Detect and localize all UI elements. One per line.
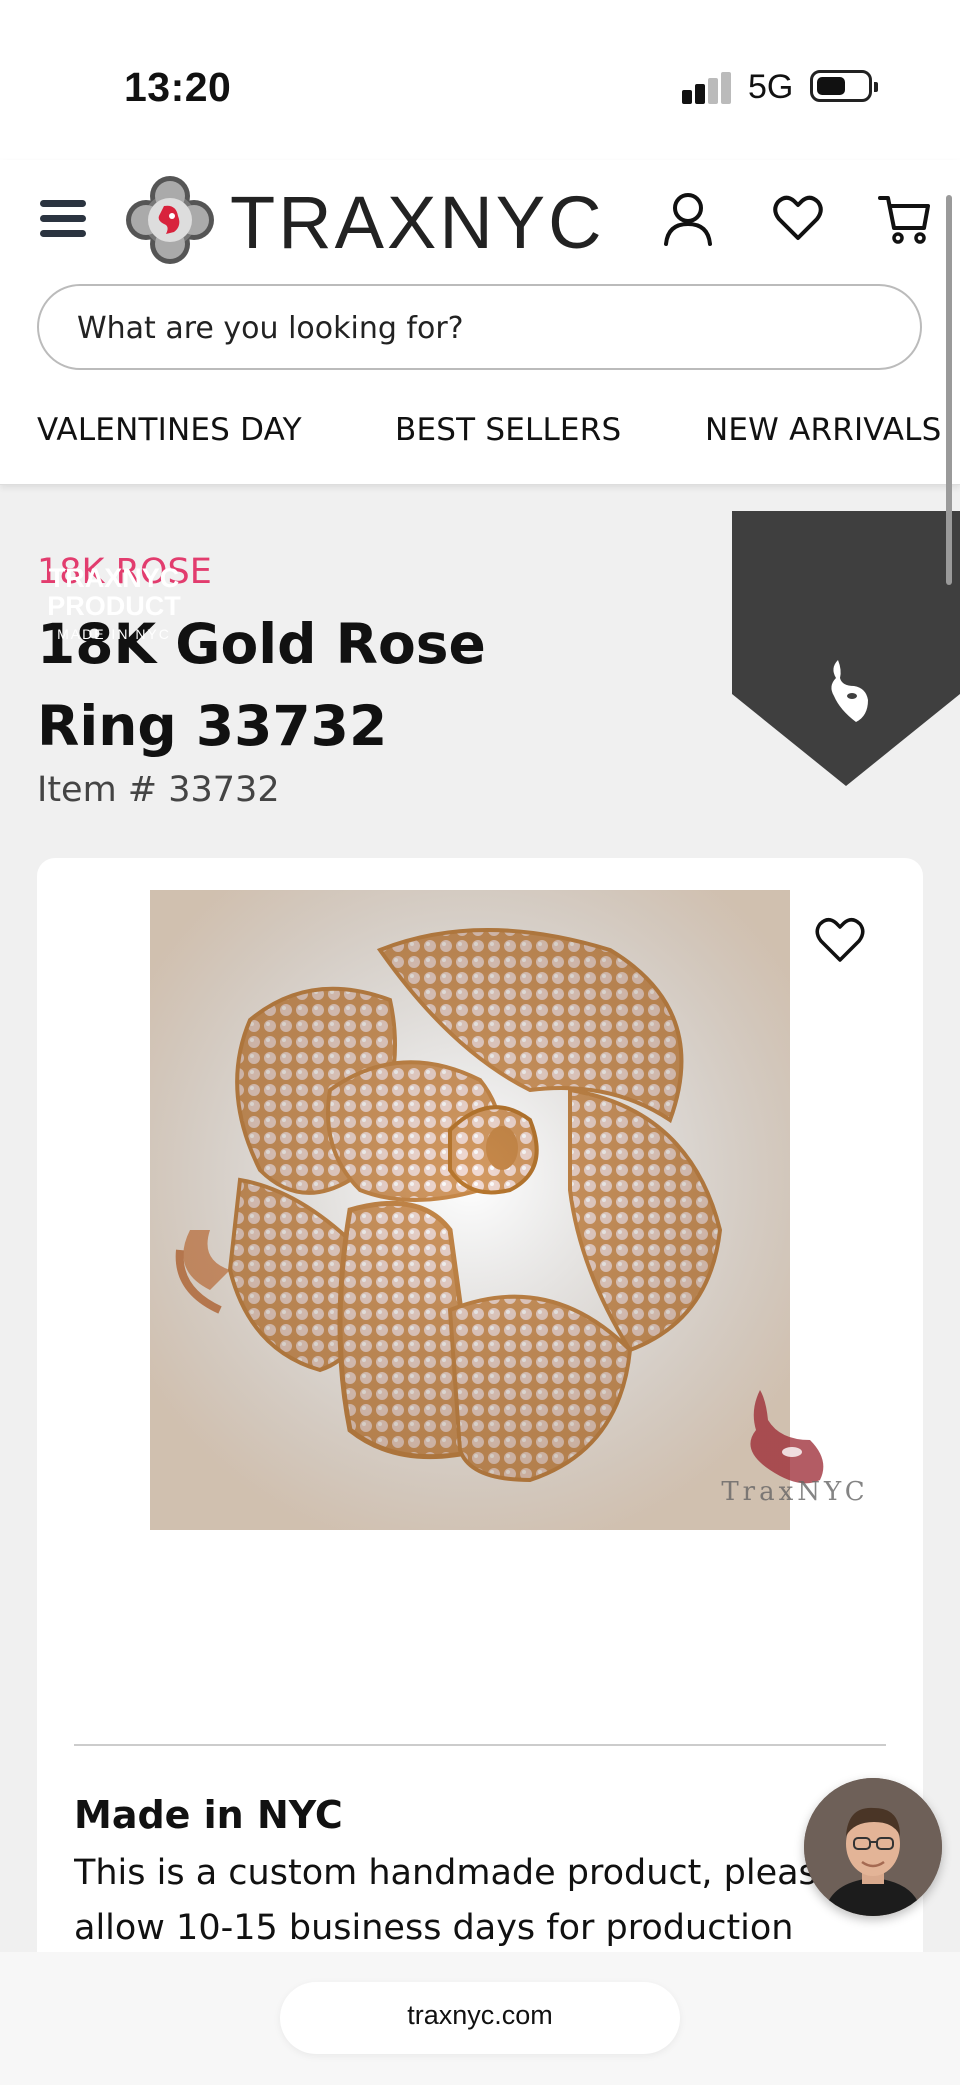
add-to-wishlist-heart-icon[interactable] (812, 912, 868, 968)
menu-icon[interactable] (40, 200, 86, 238)
url-text: traxnyc.com (407, 2000, 553, 2030)
tab-best-sellers[interactable]: BEST SELLERS (395, 412, 621, 448)
section-divider (74, 1744, 886, 1746)
traxnyc-watermark: TraxNYC (721, 1390, 868, 1507)
network-label: 5G (748, 68, 794, 106)
live-chat-avatar[interactable] (804, 1778, 942, 1916)
address-bar[interactable]: traxnyc.com (280, 1982, 680, 2054)
logo-mark-icon (126, 176, 214, 264)
badge-line1: TRAXNYC (48, 563, 180, 593)
status-time: 13:20 (124, 64, 232, 110)
made-in-nyc-line1: This is a custom handmade product, pleas… (74, 1853, 824, 1893)
traxnyc-mask-icon (831, 660, 868, 722)
search-box[interactable] (37, 284, 922, 370)
logo-text: TRAXNYC (230, 181, 605, 264)
made-in-nyc-title: Made in NYC (74, 1793, 343, 1837)
tab-valentines-day[interactable]: VALENTINES DAY (37, 412, 302, 448)
battery-icon (810, 70, 878, 102)
search-input[interactable] (77, 306, 877, 350)
watermark-text: TraxNYC (721, 1477, 868, 1507)
category-nav: VALENTINES DAY BEST SELLERS NEW ARRIVALS (0, 400, 960, 460)
agent-avatar-icon (804, 1778, 942, 1916)
tab-new-arrivals[interactable]: NEW ARRIVALS (705, 412, 942, 448)
made-in-nyc-badge (732, 511, 960, 786)
signal-icon (682, 72, 732, 104)
status-bar: 13:20 5G (0, 0, 960, 160)
made-in-nyc-line2: allow 10-15 business days for production (74, 1908, 794, 1948)
cart-icon[interactable] (878, 190, 934, 246)
badge-line3: MADE IN NYC (57, 626, 171, 642)
item-number: Item # 33732 (37, 770, 280, 810)
page-scrollbar[interactable] (946, 195, 952, 585)
badge-line2: PRODUCT (47, 591, 181, 621)
wishlist-heart-icon[interactable] (770, 190, 826, 246)
made-in-nyc-description: This is a custom handmade product, pleas… (74, 1846, 824, 1956)
product-image[interactable] (150, 890, 790, 1530)
account-icon[interactable] (660, 190, 716, 246)
